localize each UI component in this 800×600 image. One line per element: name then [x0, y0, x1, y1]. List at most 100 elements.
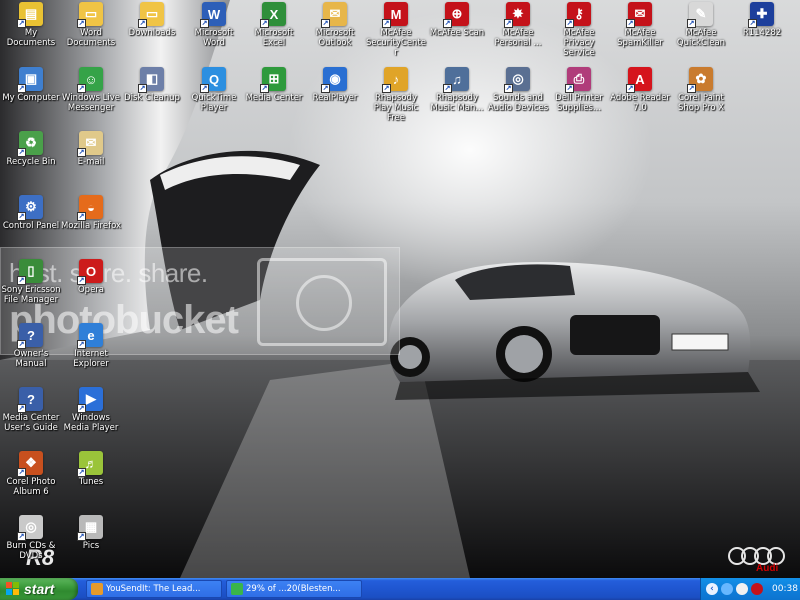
desktop-icon-label: Rhapsody Play Music Free	[373, 93, 419, 123]
desktop-icon-label: Owner's Manual	[13, 349, 49, 369]
desktop-icon-microsoft-outlook[interactable]: ✉ ↗ Microsoft Outlook	[304, 2, 366, 48]
taskbar-button-yousendit[interactable]: YouSendIt: The Lead...	[86, 580, 222, 598]
desktop-icon-mcafee-spamkiller[interactable]: ✉ ↗ McAfee SpamKiller	[609, 2, 671, 48]
shortcut-arrow-icon: ↗	[77, 84, 86, 93]
desktop-icon-media-center-users-guide[interactable]: ? ↗ Media Center User's Guide	[0, 387, 62, 433]
mcafee-personal-icon: ✸ ↗	[504, 2, 530, 28]
clock[interactable]: 00:38	[772, 584, 798, 594]
shortcut-arrow-icon: ↗	[200, 19, 209, 28]
desktop-icon-sony-ericsson-file-manager[interactable]: ▯ ↗ Sony Ericsson File Manager	[0, 259, 62, 305]
corel-paint-shop-pro-x-icon: ✿ ↗	[687, 67, 713, 93]
desktop-icon-label: Sony Ericsson File Manager	[1, 285, 61, 305]
mcafee-tray-icon[interactable]	[751, 583, 763, 595]
desktop-icon-mozilla-firefox[interactable]: ◒ ↗ Mozilla Firefox	[60, 195, 122, 231]
desktop-icon-mcafee-securitycenter[interactable]: M ↗ McAfee SecurityCenter	[365, 2, 427, 58]
desktop-icon-word-documents[interactable]: ▭ ↗ Word Documents	[60, 2, 122, 48]
pics-icon: ▦ ↗	[77, 515, 103, 541]
desktop-icon-label: McAfee Personal ...	[494, 28, 542, 48]
desktop-icon-corel-photo-album-6[interactable]: ❖ ↗ Corel Photo Album 6	[0, 451, 62, 497]
adobe-reader-7-icon: A ↗	[626, 67, 652, 93]
desktop-icon-label: Windows Live Messenger	[61, 93, 120, 113]
desktop-icon-label: Media Center	[245, 93, 303, 103]
desktop-icon-label: McAfee Privacy Service	[563, 28, 595, 58]
desktop-icon-rhapsody-music-man[interactable]: ♫ ↗ Rhapsody Music Man...	[426, 67, 488, 113]
internet-explorer-icon: e ↗	[77, 323, 103, 349]
desktop-icon-microsoft-excel[interactable]: X ↗ Microsoft Excel	[243, 2, 305, 48]
chevron-left-icon[interactable]: ‹	[706, 583, 718, 595]
desktop-icon-media-center[interactable]: ⊞ ↗ Media Center	[243, 67, 305, 103]
desktop-icon-label: R114282	[742, 28, 782, 38]
desktop-icon-label: Sounds and Audio Devices	[487, 93, 549, 113]
shortcut-arrow-icon: ↗	[17, 532, 26, 541]
audi-wordmark: Audi	[756, 563, 779, 574]
desktop-icon-label: McAfee SecurityCenter	[365, 28, 427, 58]
desktop-icon-internet-explorer[interactable]: e ↗ Internet Explorer	[60, 323, 122, 369]
desktop-icon-windows-live-messenger[interactable]: ☺ ↗ Windows Live Messenger	[60, 67, 122, 113]
microsoft-outlook-icon: ✉ ↗	[321, 2, 347, 28]
desktop-icon-label: McAfee QuickClean	[676, 28, 726, 48]
shortcut-arrow-icon: ↗	[687, 84, 696, 93]
desktop-icon-rhapsody-play-music-free[interactable]: ♪ ↗ Rhapsody Play Music Free	[365, 67, 427, 123]
desktop-icon-label: Rhapsody Music Man...	[430, 93, 484, 113]
desktop-icon-label: QuickTime Player	[191, 93, 237, 113]
camera-icon	[257, 258, 387, 346]
desktop-icon-label: Microsoft Word	[194, 28, 234, 48]
desktop-icon-label: Media Center User's Guide	[2, 413, 60, 433]
desktop-icon-windows-media-player[interactable]: ▶ ↗ Windows Media Player	[60, 387, 122, 433]
desktop-icon-control-panel[interactable]: ⚙ ↗ Control Panel	[0, 195, 62, 231]
desktop-icon-owners-manual[interactable]: ? ↗ Owner's Manual	[0, 323, 62, 369]
desktop-icon-dell-printer-supplies[interactable]: ⎙ ↗ Dell Printer Supplies...	[548, 67, 610, 113]
itunes-icon: ♬ ↗	[77, 451, 103, 477]
desktop-icon-label: Downloads	[128, 28, 176, 38]
mcafee-securitycenter-icon: M ↗	[382, 2, 408, 28]
burn-cds-dvds-icon: ◎ ↗	[17, 515, 43, 541]
start-button[interactable]: start	[0, 578, 78, 600]
desktop-icon-opera[interactable]: O ↗ Opera	[60, 259, 122, 295]
desktop-icon-label: My Documents	[6, 28, 56, 48]
desktop-icon-mcafee-personal[interactable]: ✸ ↗ McAfee Personal ...	[487, 2, 549, 48]
desktop-icon-adobe-reader-7[interactable]: A ↗ Adobe Reader 7.0	[609, 67, 671, 113]
mcafee-privacy-service-icon: ⚷ ↗	[565, 2, 591, 28]
desktop-icon-microsoft-word[interactable]: W ↗ Microsoft Word	[183, 2, 245, 48]
desktop-icon-label: Adobe Reader 7.0	[610, 93, 670, 113]
desktop-icon-my-documents[interactable]: ▤ ↗ My Documents	[0, 2, 62, 48]
shortcut-arrow-icon: ↗	[17, 19, 26, 28]
desktop-icon-burn-cds-dvds[interactable]: ◎ ↗ Burn CDs & DVDs	[0, 515, 62, 561]
desktop-icon-quicktime-player[interactable]: Q ↗ QuickTime Player	[183, 67, 245, 113]
shortcut-arrow-icon: ↗	[77, 468, 86, 477]
shortcut-arrow-icon: ↗	[77, 276, 86, 285]
desktop-icon-mcafee-privacy-service[interactable]: ⚷ ↗ McAfee Privacy Service	[548, 2, 610, 58]
desktop[interactable]: host. store. share. photobucket R8 Audi …	[0, 0, 800, 578]
desktop-icon-sounds-and-audio-devices[interactable]: ◎ ↗ Sounds and Audio Devices	[487, 67, 549, 113]
browser-icon	[91, 583, 103, 595]
desktop-icon-label: Opera	[77, 285, 105, 295]
desktop-icon-mcafee-quickclean[interactable]: ✎ ↗ McAfee QuickClean	[670, 2, 732, 48]
desktop-icon-realplayer[interactable]: ◉ ↗ RealPlayer	[304, 67, 366, 103]
shortcut-arrow-icon: ↗	[77, 19, 86, 28]
desktop-icon-label: Microsoft Outlook	[315, 28, 355, 48]
mcafee-quickclean-icon: ✎ ↗	[687, 2, 713, 28]
desktop-icon-mcafee-scan[interactable]: ⊕ ↗ McAfee Scan	[426, 2, 488, 38]
desktop-icon-e-mail[interactable]: ✉ ↗ E-mail	[60, 131, 122, 167]
desktop-icon-disk-cleanup[interactable]: ◧ ↗ Disk Cleanup	[121, 67, 183, 103]
desktop-icon-label: Burn CDs & DVDs	[6, 541, 56, 561]
sony-ericsson-file-manager-icon: ▯ ↗	[17, 259, 43, 285]
taskbar-button-label: YouSendIt: The Lead...	[106, 584, 201, 594]
desktop-icon-my-computer[interactable]: ▣ ↗ My Computer	[0, 67, 62, 103]
shortcut-arrow-icon: ↗	[504, 19, 513, 28]
shortcut-arrow-icon: ↗	[626, 19, 635, 28]
desktop-icon-itunes[interactable]: ♬ ↗ Tunes	[60, 451, 122, 487]
network-icon[interactable]	[721, 583, 733, 595]
download-icon	[231, 583, 243, 595]
desktop-icon-pics[interactable]: ▦ ↗ Pics	[60, 515, 122, 551]
desktop-icon-r114282[interactable]: ✚ ↗ R114282	[731, 2, 793, 38]
shortcut-arrow-icon: ↗	[321, 84, 330, 93]
desktop-icon-downloads[interactable]: ▭ ↗ Downloads	[121, 2, 183, 38]
desktop-icon-corel-paint-shop-pro-x[interactable]: ✿ ↗ Corel Paint Shop Pro X	[670, 67, 732, 113]
desktop-icon-recycle-bin[interactable]: ♻ ↗ Recycle Bin	[0, 131, 62, 167]
shortcut-arrow-icon: ↗	[138, 84, 147, 93]
word-documents-icon: ▭ ↗	[77, 2, 103, 28]
taskbar-button-download[interactable]: 29% of ...20(Blesten...	[226, 580, 362, 598]
volume-icon[interactable]	[736, 583, 748, 595]
desktop-icon-label: Dell Printer Supplies...	[555, 93, 603, 113]
